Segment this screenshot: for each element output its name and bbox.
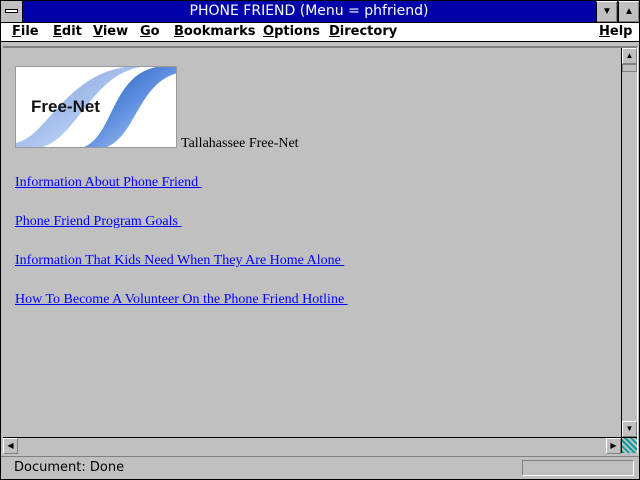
maximize-button[interactable]: ▲ <box>618 1 639 22</box>
link-kids-home-alone[interactable]: Information That Kids Need When They Are… <box>15 253 344 269</box>
scroll-down-button[interactable]: ▼ <box>622 421 637 437</box>
scroll-left-button[interactable]: ◀ <box>3 438 18 454</box>
window-title: PHONE FRIEND (Menu = phfriend) <box>189 3 429 19</box>
progress-indicator <box>522 460 634 476</box>
status-bar: Document: Done <box>1 456 639 479</box>
minimize-button[interactable]: ▼ <box>596 1 617 22</box>
menu-directory[interactable]: Directory <box>329 24 397 39</box>
scroll-right-button[interactable]: ▶ <box>606 438 621 454</box>
logo-text: Free-Net <box>31 97 100 116</box>
link-information-about-phone-friend[interactable]: Information About Phone Friend <box>15 175 202 191</box>
free-net-logo[interactable]: Free-Net <box>15 66 177 148</box>
link-become-volunteer[interactable]: How To Become A Volunteer On the Phone F… <box>15 292 348 308</box>
system-menu-button[interactable] <box>1 1 23 22</box>
document-area: Free-Net Tallahassee Free-Net Informatio… <box>3 48 621 437</box>
logo-caption: Tallahassee Free-Net <box>181 136 299 151</box>
horizontal-scrollbar[interactable]: ◀ ▶ <box>3 437 621 454</box>
link-program-goals[interactable]: Phone Friend Program Goals <box>15 214 181 230</box>
browser-window: PHONE FRIEND (Menu = phfriend) ▼ ▲ File … <box>0 0 640 480</box>
status-text: Document: Done <box>14 460 125 475</box>
menu-view[interactable]: View <box>93 24 128 39</box>
system-menu-icon <box>5 9 18 13</box>
vertical-scrollbar[interactable]: ▲ ▼ <box>621 48 637 437</box>
menu-options[interactable]: Options <box>263 24 320 39</box>
menu-bar: File Edit View Go Bookmarks Options Dire… <box>1 23 639 42</box>
menu-bookmarks[interactable]: Bookmarks <box>174 24 256 39</box>
vertical-scroll-thumb[interactable] <box>622 64 637 72</box>
scroll-up-button[interactable]: ▲ <box>622 48 637 64</box>
menu-go[interactable]: Go <box>140 24 160 39</box>
resize-grip[interactable] <box>621 437 637 453</box>
menu-file[interactable]: File <box>12 24 39 39</box>
title-bar[interactable]: PHONE FRIEND (Menu = phfriend) ▼ ▲ <box>1 1 639 23</box>
menu-help[interactable]: Help <box>599 24 632 39</box>
menu-edit[interactable]: Edit <box>53 24 82 39</box>
